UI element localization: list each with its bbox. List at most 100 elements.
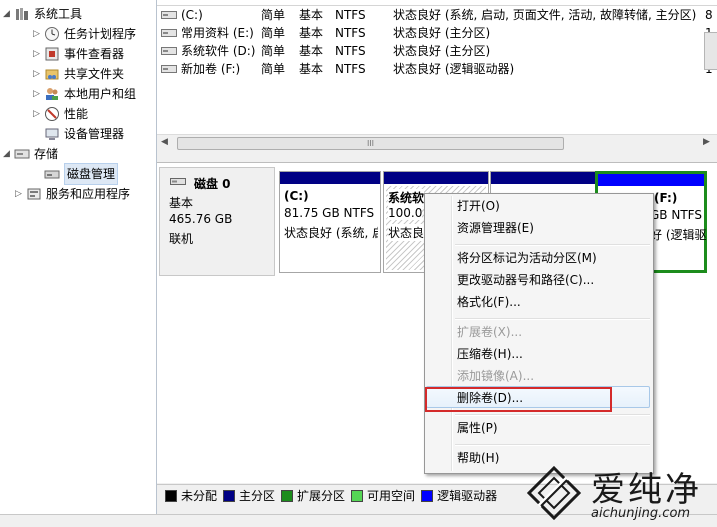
drive-icon [161,11,177,19]
tree-label: 存储 [34,147,59,161]
event-viewer-icon [45,47,59,61]
swatch [421,489,434,502]
volume-type: 基本 [299,8,324,22]
drive-icon [161,29,177,37]
volume-capacity-partial: 8 [705,8,713,22]
menu-separator [455,414,650,416]
menu-item-explorer[interactable]: 资源管理器(E) [457,218,534,238]
volume-type: 基本 [299,26,324,40]
volume-filesystem: NTFS [335,26,366,40]
context-menu: 打开(O) 资源管理器(E) 将分区标记为活动分区(M) 更改驱动器号和路径(C… [424,193,654,474]
partition-title: (F:) [654,191,678,205]
tree-item-shared-folders[interactable]: ▷ 共享文件夹 [32,64,124,84]
tree-item-local-users[interactable]: ▷ 本地用户和组 [32,84,136,104]
volume-layout: 简单 [261,62,286,76]
drive-icon [161,47,177,55]
disk-name: 磁盘 0 [194,177,231,191]
volume-status: 状态良好 (系统, 启动, 页面文件, 活动, 故障转储, 主分区) [393,8,697,22]
menu-item-help[interactable]: 帮助(H) [457,448,499,468]
collapsed-triangle-icon[interactable]: ▷ [32,44,41,64]
volume-name: 常用资料 (E:) [181,26,254,40]
tree-label: 性能 [64,107,89,121]
disk-size: 465.76 GB [169,212,233,226]
collapsed-triangle-icon[interactable]: ▷ [14,184,23,204]
tree-label: 共享文件夹 [64,67,125,81]
tree-item-disk-management[interactable]: 磁盘管理 [32,163,119,185]
vertical-scrollbar-thumb[interactable] [704,32,717,70]
tree-item-performance[interactable]: ▷ 性能 [32,104,88,124]
legend-extended: 扩展分区 [281,487,345,504]
volume-layout: 简单 [261,26,286,40]
tree-label: 磁盘管理 [64,163,119,185]
volume-name: 新加卷 (F:) [181,62,241,76]
partition-status: 状态良 [388,224,425,241]
drive-icon [161,65,177,73]
disk-0-label[interactable]: 磁盘 0 基本 465.76 GB 联机 [159,167,275,276]
collapsed-triangle-icon[interactable]: ▷ [32,84,41,104]
menu-separator [455,244,650,246]
tree-label: 事件查看器 [64,47,125,61]
disk-icon [44,170,60,179]
legend-logical: 逻辑驱动器 [421,487,497,504]
menu-item-properties[interactable]: 属性(P) [457,418,498,438]
partition-size: 81.75 GB NTFS [284,206,375,220]
swatch [281,489,294,502]
scroll-right-arrow[interactable]: ▶ [703,137,710,147]
menu-item-mark-active[interactable]: 将分区标记为活动分区(M) [457,248,597,268]
menu-separator [455,318,650,320]
performance-icon [45,107,59,121]
volume-name: (C:) [181,8,203,22]
tree-item-services-apps[interactable]: ▷ 服务和应用程序 [14,184,130,204]
menu-item-open[interactable]: 打开(O) [457,196,500,216]
partition-status: 状态良好 (系统, 启 [284,226,378,240]
device-manager-icon [45,128,59,140]
partition-size: 100.0 [388,206,423,220]
expanded-triangle-icon[interactable]: ◢ [2,144,11,164]
menu-item-extend: 扩展卷(X)... [457,325,523,339]
watermark-url: aichunjing.com [591,506,691,521]
tree-label: 服务和应用程序 [46,187,131,201]
volume-list: (C:) 简单 基本 NTFS 状态良好 (系统, 启动, 页面文件, 活动, … [157,0,717,135]
tree-item-task-scheduler[interactable]: ▷ 任务计划程序 [32,24,136,44]
partition-status: 好 (逻辑驱 [650,228,707,242]
partition-title: (C:) [284,189,309,203]
shared-folder-icon [45,69,59,80]
tree-item-system-tools[interactable]: ◢ 系统工具 [2,4,82,24]
collapsed-triangle-icon[interactable]: ▷ [32,24,41,44]
volume-status: 状态良好 (主分区) [393,26,491,40]
volume-layout: 简单 [261,44,286,58]
volume-type: 基本 [299,62,324,76]
menu-item-format[interactable]: 格式化(F)... [457,292,521,312]
scrollbar-thumb[interactable]: III [177,137,564,150]
menu-item-add-mirror: 添加镜像(A)... [457,369,535,383]
watermark-title: 爱纯净 [591,470,702,510]
horizontal-scrollbar[interactable]: ◀ III ▶ [157,134,717,152]
legend-primary: 主分区 [223,487,275,504]
swatch [351,489,364,502]
disk-state: 联机 [169,232,194,246]
partition-c[interactable]: (C:) 81.75 GB NTFS 状态良好 (系统, 启 [279,171,381,273]
users-icon [46,88,58,100]
partition-title: 系统软 [388,189,425,206]
expanded-triangle-icon[interactable]: ◢ [2,4,11,24]
volume-status: 状态良好 (主分区) [393,44,491,58]
menu-item-shrink[interactable]: 压缩卷(H)... [457,344,523,364]
volume-name: 系统软件 (D:) [181,44,256,58]
collapsed-triangle-icon[interactable]: ▷ [32,64,41,84]
tree-item-device-manager[interactable]: 设备管理器 [32,124,124,144]
volume-filesystem: NTFS [335,8,366,22]
clock-icon [45,27,59,41]
menu-item-change-drive-letter[interactable]: 更改驱动器号和路径(C)... [457,270,594,290]
tree-item-event-viewer[interactable]: ▷ 事件查看器 [32,44,124,64]
scroll-left-arrow[interactable]: ◀ [161,137,168,147]
collapsed-triangle-icon[interactable]: ▷ [32,104,41,124]
navigation-tree: ◢ 系统工具 ▷ 任务计划程序 ▷ 事件查看器 ▷ 共享文件夹 ▷ 本地用户和组… [0,0,157,514]
tree-item-storage[interactable]: ◢ 存储 [2,144,58,164]
tree-label: 系统工具 [34,7,83,21]
partition-size: GB NTFS [650,208,702,222]
legend-unallocated: 未分配 [165,487,217,504]
swatch [223,489,236,502]
tree-label: 任务计划程序 [64,27,137,41]
storage-icon [14,149,30,159]
volume-filesystem: NTFS [335,62,366,76]
